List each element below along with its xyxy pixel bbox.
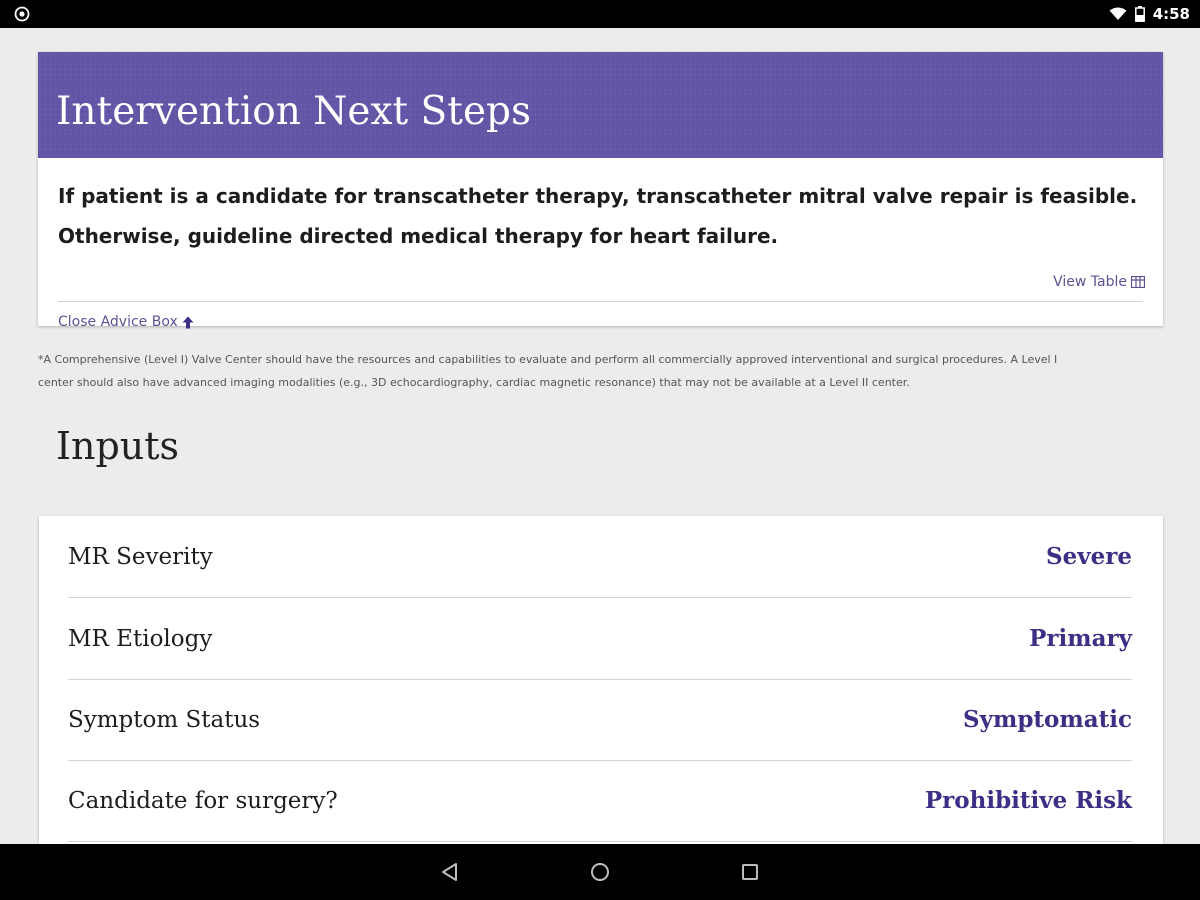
arrow-up-icon (182, 316, 194, 328)
advice-line-2: Otherwise, guideline directed medical th… (58, 224, 779, 248)
wifi-icon (1109, 7, 1127, 20)
inputs-heading: Inputs (56, 424, 180, 468)
advice-line-1: If patient is a candidate for transcathe… (58, 184, 1138, 208)
navigation-bar (0, 844, 1200, 900)
close-advice-box-link[interactable]: Close Advice Box (58, 314, 194, 330)
main-content: Intervention Next Steps If patient is a … (0, 28, 1200, 844)
input-row-mr-severity[interactable]: MR Severity Severe (68, 516, 1132, 598)
battery-icon (1134, 6, 1145, 22)
status-time: 4:58 (1152, 5, 1190, 23)
close-advice-label: Close Advice Box (58, 314, 178, 330)
footnote-line-1: *A Comprehensive (Level I) Valve Center … (38, 353, 1058, 366)
home-icon[interactable] (588, 860, 612, 884)
input-label: Symptom Status (68, 706, 261, 733)
input-row-candidate-for-surgery[interactable]: Candidate for surgery? Prohibitive Risk (68, 760, 1132, 842)
settings-circle-icon (14, 6, 30, 22)
input-row-symptom-status[interactable]: Symptom Status Symptomatic (68, 679, 1132, 761)
back-icon[interactable] (438, 860, 462, 884)
advice-divider (58, 301, 1143, 302)
input-value[interactable]: Severe (1046, 543, 1132, 570)
view-table-link[interactable]: View Table (1053, 274, 1145, 290)
input-value[interactable]: Primary (1029, 625, 1132, 652)
table-icon (1131, 276, 1145, 288)
footnote-line-2: center should also have advanced imaging… (38, 376, 910, 389)
input-value[interactable]: Symptomatic (963, 706, 1132, 733)
status-bar: 4:58 (0, 0, 1200, 28)
advice-text: If patient is a candidate for transcathe… (58, 176, 1148, 256)
recents-icon[interactable] (738, 860, 762, 884)
input-label: MR Severity (68, 543, 213, 570)
advice-header: Intervention Next Steps (38, 52, 1163, 158)
advice-box: Intervention Next Steps If patient is a … (38, 52, 1163, 330)
input-label: MR Etiology (68, 625, 213, 652)
advice-title: Intervention Next Steps (56, 89, 532, 134)
input-row-mr-etiology[interactable]: MR Etiology Primary (68, 598, 1132, 680)
inputs-card: MR Severity Severe MR Etiology Primary S… (39, 516, 1163, 844)
input-value[interactable]: Prohibitive Risk (925, 787, 1132, 814)
status-right: 4:58 (1109, 0, 1190, 28)
footnote: *A Comprehensive (Level I) Valve Center … (38, 348, 1163, 394)
view-table-label: View Table (1053, 274, 1127, 290)
input-label: Candidate for surgery? (68, 787, 338, 814)
